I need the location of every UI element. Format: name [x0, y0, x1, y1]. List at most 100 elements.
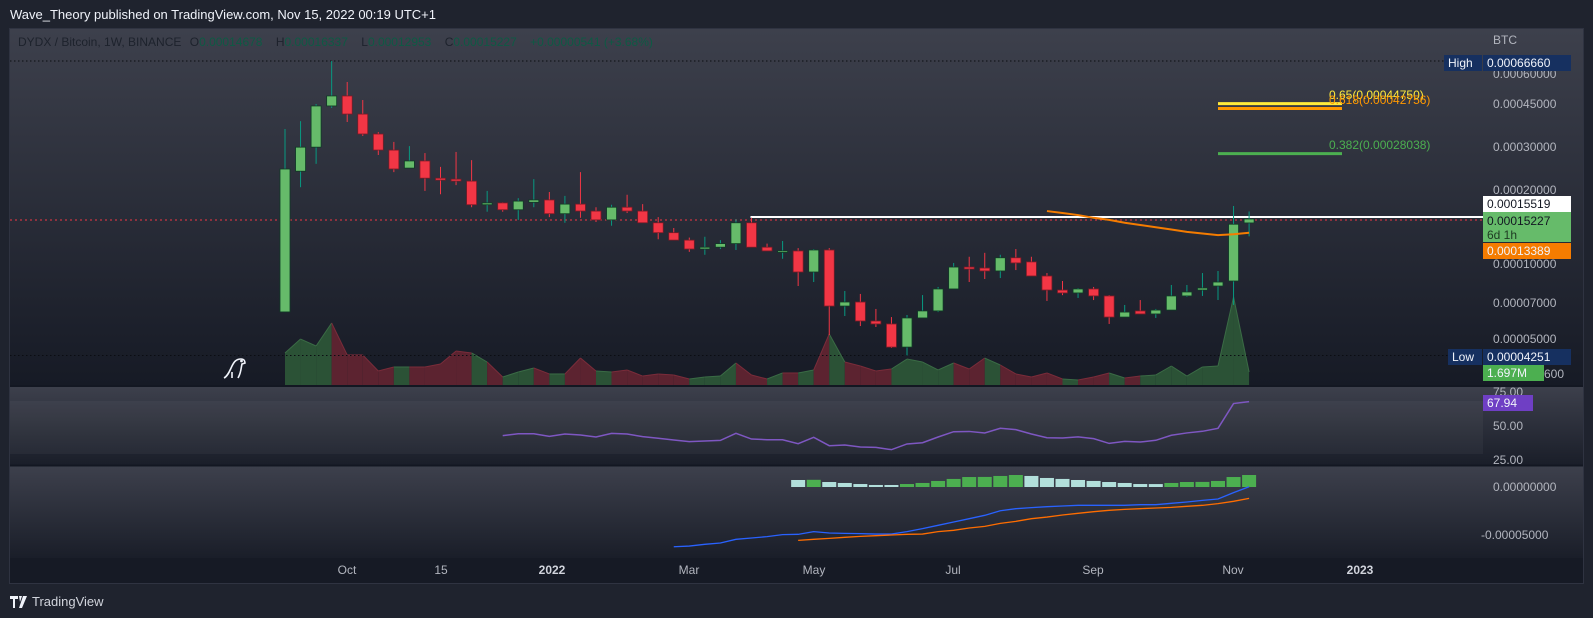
volume-segment: [393, 366, 410, 385]
candle: [481, 202, 493, 206]
time-label: Oct: [337, 563, 357, 577]
tradingview-footer[interactable]: TradingView: [10, 594, 104, 609]
candle: [1228, 223, 1239, 282]
macd-histogram-bar: [1008, 475, 1023, 487]
low-tag-value: 0.00004251: [1483, 349, 1571, 365]
volume-tag: 1.697M: [1483, 365, 1544, 381]
price-tick: 0.00030000: [1493, 140, 1557, 154]
macd-histogram-bar: [1148, 484, 1163, 487]
candle: [948, 266, 960, 290]
candle: [1041, 275, 1053, 291]
candle: [1197, 287, 1208, 291]
candle: [652, 222, 664, 234]
volume-segment: [782, 372, 799, 385]
candle: [668, 232, 680, 241]
volume-segment: [658, 373, 674, 385]
time-label: 15: [434, 563, 448, 577]
currency-label: BTC: [1493, 33, 1517, 47]
candle: [994, 257, 1006, 272]
candle: [1181, 291, 1193, 297]
price-tick: 0.00010000: [1493, 257, 1557, 271]
rsi-band: [10, 401, 1483, 454]
rsi-tick: 25.00: [1493, 453, 1524, 467]
volume-segment: [347, 354, 363, 385]
volume-segment: [907, 359, 923, 385]
time-label: 2022: [538, 563, 566, 577]
candle: [746, 222, 757, 248]
candle: [979, 267, 991, 272]
volume-segment: [875, 368, 892, 385]
macd-tick: -0.00005000: [1481, 528, 1549, 542]
candle: [699, 246, 711, 250]
macd-histogram-bar: [900, 484, 914, 487]
macd-histogram-bar: [1195, 481, 1210, 487]
close-value: 0.00015227: [453, 35, 517, 49]
candle: [1103, 295, 1115, 318]
open-value: 0.00014678: [199, 35, 263, 49]
macd-histogram-bar: [868, 484, 883, 487]
rsi-value-tag: 67.94: [1483, 395, 1533, 411]
macd-histogram-bar: [1242, 475, 1257, 487]
candle: [1057, 289, 1068, 294]
macd-histogram-bar: [884, 484, 899, 487]
ohlc-legend: DYDX / Bitcoin, 1W, BINANCE O0.00014678 …: [18, 35, 658, 49]
candle: [932, 288, 944, 312]
price-tick: 0.00045000: [1493, 97, 1557, 111]
candle: [637, 210, 649, 224]
macd-histogram-bar: [853, 484, 868, 487]
open-label: O: [189, 35, 200, 49]
macd-histogram-bar: [931, 480, 946, 487]
candle: [279, 168, 291, 313]
candle: [870, 320, 882, 325]
candle: [823, 249, 835, 307]
macd-histogram-bar: [822, 482, 837, 487]
fib-label-0.382: 0.382(0.00028038): [1329, 138, 1431, 152]
candle: [1119, 311, 1131, 318]
candle: [1243, 218, 1255, 224]
time-label: Sep: [1082, 563, 1104, 577]
volume-segment: [596, 370, 612, 385]
price-tick: 0.00005000: [1493, 332, 1557, 346]
candle: [435, 177, 446, 181]
time-label: Mar: [678, 563, 700, 577]
time-label: May: [802, 563, 826, 577]
candle: [1088, 288, 1099, 297]
macd-histogram-bar: [1071, 479, 1086, 487]
macd-histogram-bar: [1055, 478, 1070, 487]
volume-segment: [1202, 365, 1218, 385]
macd-pane[interactable]: [10, 466, 1583, 558]
macd-histogram-bar: [977, 476, 992, 487]
macd-histogram-bar: [1226, 477, 1241, 487]
candle: [466, 180, 478, 206]
candle: [372, 133, 384, 151]
change-value: +0.00000541 (+3.68%): [530, 35, 653, 49]
candle: [341, 95, 353, 115]
tradingview-brand: TradingView: [32, 594, 104, 609]
macd-histogram-bar: [1211, 480, 1225, 487]
macd-tick: 0.00000000: [1493, 480, 1557, 494]
candle: [808, 249, 820, 273]
candle: [901, 317, 913, 348]
macd-histogram-bar: [946, 478, 961, 487]
candle: [839, 301, 851, 307]
candle: [1150, 309, 1162, 315]
candle: [326, 95, 338, 107]
candle: [1072, 288, 1084, 294]
macd-histogram-bar: [806, 479, 821, 487]
candle: [1010, 257, 1022, 264]
low-label: L: [361, 35, 368, 49]
macd-histogram-bar: [791, 479, 806, 487]
candle: [761, 246, 773, 252]
candle: [403, 160, 415, 169]
symbol-title[interactable]: DYDX / Bitcoin, 1W, BINANCE: [18, 35, 181, 49]
macd-histogram-bar: [1133, 484, 1148, 487]
high-value: 0.00016337: [284, 35, 348, 49]
price-pane[interactable]: [10, 29, 1583, 386]
time-label: Jul: [945, 563, 961, 577]
volume-segment: [1140, 374, 1156, 385]
macd-histogram-bar: [915, 482, 930, 487]
macd-histogram-bar: [1039, 477, 1054, 487]
candle: [295, 146, 306, 172]
candle: [715, 243, 726, 248]
high-label: H: [275, 35, 285, 49]
